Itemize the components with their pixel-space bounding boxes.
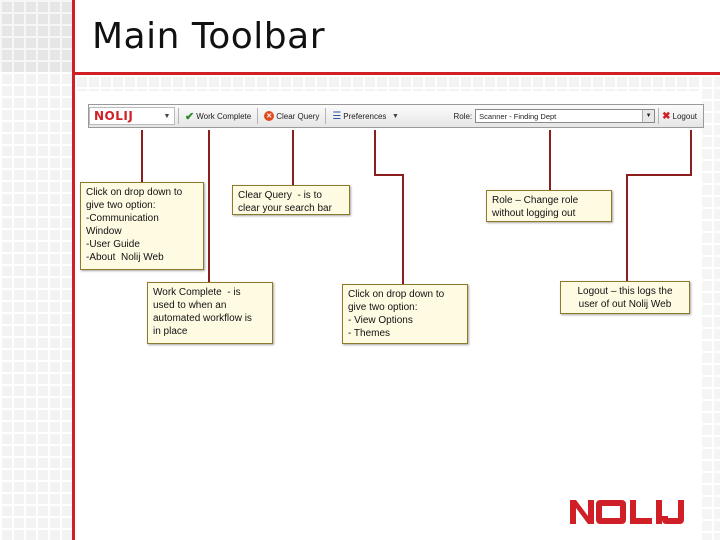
callout-line: - Themes — [348, 328, 391, 339]
callout-line: Window — [86, 226, 122, 237]
callout-line: Role – Change role — [492, 195, 579, 206]
leader-line-logout-v — [626, 174, 628, 281]
preferences-label: Preferences — [343, 111, 387, 121]
callout-logout: Logout – this logs the user of out Nolij… — [560, 281, 690, 314]
clear-icon: ✕ — [264, 111, 275, 121]
callout-line: in place — [153, 326, 188, 337]
leader-line-preferences-v — [402, 174, 404, 284]
chevron-down-icon[interactable]: ▼ — [160, 113, 174, 120]
leader-line-preferences — [374, 130, 376, 176]
role-label: Role: — [453, 111, 473, 121]
preferences-button[interactable]: ☰ Preferences ▼ — [329, 111, 405, 122]
work-complete-label: Work Complete — [196, 111, 252, 121]
callout-line: without logging out — [492, 208, 576, 219]
leader-line-role — [549, 130, 551, 190]
leader-line-preferences-h — [374, 174, 404, 176]
leader-line-logout — [690, 130, 692, 176]
toolbar-divider — [178, 108, 179, 124]
toolbar-divider — [257, 108, 259, 124]
check-icon: ✔ — [185, 110, 195, 123]
callout-line: Click on drop down to — [86, 187, 183, 198]
callout-line: used to when an — [153, 300, 227, 311]
nolij-footer-logo — [570, 500, 684, 524]
callout-line: user of out Nolij Web — [578, 299, 672, 310]
callout-line: Click on drop down to — [348, 289, 445, 300]
chevron-down-icon[interactable]: ▼ — [642, 110, 655, 122]
callout-role: Role – Change role without logging out — [486, 190, 612, 222]
main-toolbar: NOLIJ ▼ ✔ Work Complete ✕ Clear Query ☰ … — [88, 104, 704, 128]
top-decorative-grid — [75, 75, 720, 91]
callout-preferences: Click on drop down to give two option: -… — [342, 284, 468, 344]
left-decorative-grid — [0, 0, 72, 540]
toolbar-divider — [658, 108, 660, 124]
logout-label: Logout — [672, 111, 697, 121]
callout-line: - View Options — [348, 315, 413, 326]
callout-line: -User Guide — [86, 239, 140, 250]
clear-query-label: Clear Query — [276, 111, 320, 121]
preferences-icon: ☰ — [332, 110, 342, 122]
callout-work-complete: Work Complete - is used to when an autom… — [147, 282, 273, 344]
callout-line: -Communication — [86, 213, 159, 224]
callout-line: Work Complete - is — [153, 287, 241, 298]
leader-line-logout-h — [626, 174, 692, 176]
leader-line-clear-query — [292, 130, 294, 185]
callout-line: Logout – this logs the — [577, 286, 673, 297]
role-select[interactable]: Scanner - Finding Dept ▼ — [475, 109, 656, 123]
callout-line: -About Nolij Web — [86, 252, 164, 263]
role-select-value: Scanner - Finding Dept — [479, 111, 557, 121]
leader-line-work-complete — [208, 130, 210, 282]
left-decorative-grid-top — [0, 0, 72, 72]
right-decorative-grid — [700, 75, 720, 540]
callout-line: Clear Query - is to — [238, 190, 322, 201]
callout-line: give two option: — [348, 302, 418, 313]
nolij-logo: NOLIJ — [94, 109, 134, 123]
leader-line-logo — [141, 130, 143, 182]
clear-query-button[interactable]: ✕ Clear Query — [261, 111, 322, 121]
chevron-down-icon[interactable]: ▼ — [388, 113, 402, 120]
page-title: Main Toolbar — [92, 16, 326, 57]
logout-button[interactable]: ✖ Logout — [662, 111, 697, 122]
callout-line: clear your search bar — [238, 203, 332, 214]
callout-clear-query: Clear Query - is to clear your search ba… — [232, 185, 350, 215]
work-complete-button[interactable]: ✔ Work Complete — [182, 110, 254, 123]
logo-menu[interactable]: NOLIJ ▼ — [89, 107, 175, 125]
toolbar-divider — [325, 108, 327, 124]
callout-logo-menu: Click on drop down to give two option: -… — [80, 182, 204, 270]
callout-line: automated workflow is — [153, 313, 252, 324]
callout-line: give two option: — [86, 200, 156, 211]
logout-x-icon: ✖ — [662, 110, 671, 122]
